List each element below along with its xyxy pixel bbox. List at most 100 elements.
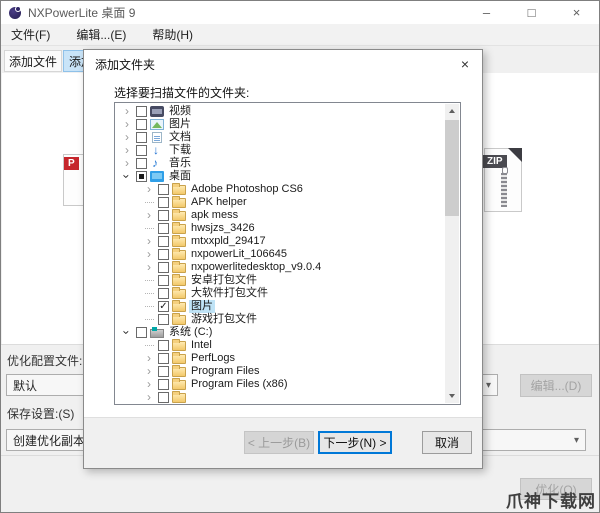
folder-icon <box>172 248 186 260</box>
chevron-right-icon[interactable] <box>143 183 155 196</box>
checkbox[interactable] <box>136 327 147 338</box>
tree-item[interactable]: 图片 <box>115 118 460 131</box>
tree-item-label: 图片 <box>169 118 191 130</box>
chevron-down-icon[interactable] <box>121 326 133 339</box>
checkbox[interactable] <box>158 223 169 234</box>
tree-item-label: Adobe Photoshop CS6 <box>191 183 303 195</box>
chevron-right-icon[interactable] <box>143 209 155 222</box>
checkbox[interactable] <box>136 132 147 143</box>
tree-item[interactable]: mtxxpld_29417 <box>115 235 460 248</box>
tree-item-label: mtxxpld_29417 <box>191 235 266 247</box>
checkbox[interactable] <box>158 288 169 299</box>
tree-item-label: 桌面 <box>169 170 191 182</box>
checkbox[interactable] <box>158 314 169 325</box>
menu-edit[interactable]: 编辑...(E) <box>76 26 126 43</box>
checkbox[interactable] <box>136 106 147 117</box>
add-folder-dialog: 添加文件夹 × 选择要扫描文件的文件夹: 视频图片文档下载音乐桌面Adobe P… <box>83 49 483 469</box>
menu-help[interactable]: 帮助(H) <box>152 26 193 43</box>
tree-item[interactable]: 音乐 <box>115 157 460 170</box>
tree-item[interactable]: 视频 <box>115 105 460 118</box>
checkbox[interactable] <box>136 119 147 130</box>
scroll-up-icon[interactable] <box>445 104 459 118</box>
tree-item[interactable]: 下载 <box>115 144 460 157</box>
folder-icon <box>172 287 186 299</box>
edit-profile-button[interactable]: 编辑...(D) <box>520 374 592 397</box>
tree-item[interactable]: 安卓打包文件 <box>115 274 460 287</box>
checkbox[interactable] <box>158 340 169 351</box>
checkbox[interactable] <box>136 145 147 156</box>
drive-icon <box>150 327 164 338</box>
folder-icon <box>172 391 186 403</box>
folder-tree: 视频图片文档下载音乐桌面Adobe Photoshop CS6APK helpe… <box>114 102 461 405</box>
close-button[interactable]: × <box>554 1 599 24</box>
tree-item[interactable]: 图片 <box>115 300 460 313</box>
tree-item[interactable]: Intel <box>115 339 460 352</box>
tree-item-label: PerfLogs <box>191 352 236 364</box>
tree-item[interactable] <box>115 391 460 404</box>
tree-item[interactable]: 大软件打包文件 <box>115 287 460 300</box>
folder-icon <box>172 261 186 273</box>
tree-item[interactable]: Program Files <box>115 365 460 378</box>
folder-icon <box>172 313 186 325</box>
tree-item[interactable]: hwsjzs_3426 <box>115 222 460 235</box>
menu-file[interactable]: 文件(F) <box>11 26 50 43</box>
folder-icon <box>172 209 186 221</box>
tree-item[interactable]: 文档 <box>115 131 460 144</box>
tree-item[interactable]: nxpowerLit_106645 <box>115 248 460 261</box>
checkbox[interactable] <box>136 158 147 169</box>
checkbox[interactable] <box>158 275 169 286</box>
scrollbar-thumb[interactable] <box>445 120 459 216</box>
tree-item-label: nxpowerlitedesktop_v9.0.4 <box>191 261 322 273</box>
checkbox[interactable] <box>158 236 169 247</box>
chevron-right-icon[interactable] <box>121 157 133 170</box>
checkbox[interactable] <box>158 392 169 403</box>
checkbox[interactable] <box>158 197 169 208</box>
chevron-right-icon[interactable] <box>143 261 155 274</box>
zip-file-icon[interactable]: ZIP <box>483 148 522 212</box>
tree-item[interactable]: apk mess <box>115 209 460 222</box>
tree-item[interactable]: Adobe Photoshop CS6 <box>115 183 460 196</box>
tree-item[interactable]: PerfLogs <box>115 352 460 365</box>
profile-value: 默认 <box>13 378 38 393</box>
checkbox[interactable] <box>158 366 169 377</box>
tree-item-label: 系统 (C:) <box>169 326 213 338</box>
folder-icon <box>172 378 186 390</box>
tree-item[interactable]: APK helper <box>115 196 460 209</box>
tree-item-label: nxpowerLit_106645 <box>191 248 288 260</box>
tree-item[interactable]: 桌面 <box>115 170 460 183</box>
dialog-close-button[interactable]: × <box>448 50 482 78</box>
checkbox[interactable] <box>158 353 169 364</box>
cancel-button[interactable]: 取消 <box>422 431 472 454</box>
tree-item[interactable]: Program Files (x86) <box>115 378 460 391</box>
next-button[interactable]: 下一步(N) > <box>318 431 392 454</box>
tree-item-label: apk mess <box>191 209 239 221</box>
minimize-button[interactable]: – <box>464 1 509 24</box>
tree-item-label: 安卓打包文件 <box>191 274 257 286</box>
maximize-button[interactable]: □ <box>509 1 554 24</box>
chevron-down-icon[interactable] <box>121 170 133 183</box>
tree-item-label: 音乐 <box>169 157 191 169</box>
tree-item[interactable]: 游戏打包文件 <box>115 313 460 326</box>
scroll-down-icon[interactable] <box>445 389 459 403</box>
checkbox[interactable] <box>158 301 169 312</box>
scrollbar[interactable] <box>445 104 459 403</box>
save-settings-label: 保存设置:(S) <box>7 407 75 421</box>
tree-item-label: Program Files (x86) <box>191 378 288 390</box>
checkbox[interactable] <box>158 262 169 273</box>
menubar: 文件(F) 编辑...(E) 帮助(H) <box>1 24 599 46</box>
checkbox[interactable] <box>136 171 147 182</box>
back-button[interactable]: < 上一步(B) <box>244 431 314 454</box>
tree-item-label: 图片 <box>189 300 215 313</box>
folder-icon <box>172 300 186 312</box>
folder-icon <box>172 196 186 208</box>
checkbox[interactable] <box>158 184 169 195</box>
downloads-icon <box>150 144 164 157</box>
chevron-right-icon[interactable] <box>143 391 155 404</box>
checkbox[interactable] <box>158 249 169 260</box>
tree-item[interactable]: 系统 (C:) <box>115 326 460 339</box>
tree-item[interactable]: nxpowerlitedesktop_v9.0.4 <box>115 261 460 274</box>
checkbox[interactable] <box>158 210 169 221</box>
checkbox[interactable] <box>158 379 169 390</box>
add-files-tab[interactable]: 添加文件 <box>4 50 62 72</box>
pdf-badge: P <box>64 157 79 170</box>
